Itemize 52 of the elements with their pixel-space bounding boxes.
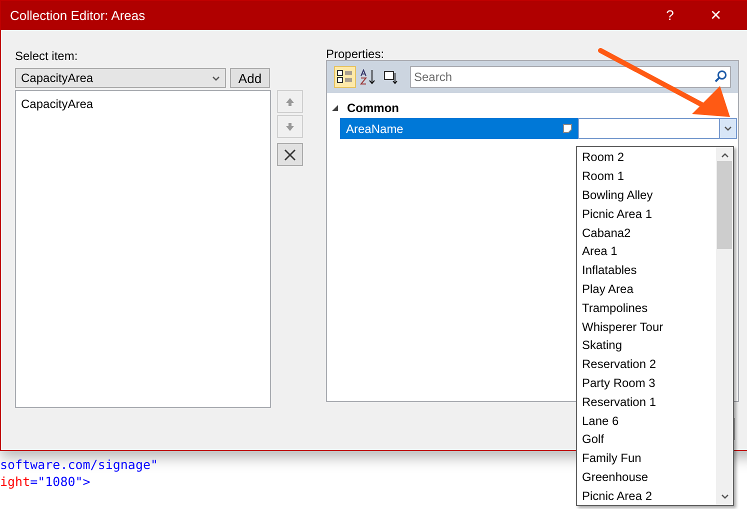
dropdown-option[interactable]: Picnic Area 1 [577,204,716,224]
select-item-label: Select item: [15,48,79,63]
page-sort-icon [383,69,399,85]
code-line: software.com/signage" [0,456,158,473]
dropdown-option[interactable]: Area 1 [577,242,716,261]
code-line: ight="1080"> [0,473,90,490]
dropdown-button[interactable] [719,118,737,139]
properties-label: Properties: [326,47,384,61]
dropdown-option[interactable]: Skating [577,336,716,355]
expanded-triangle-icon[interactable] [332,104,339,112]
dropdown-option[interactable]: Greenhouse [577,468,716,486]
window-title: Collection Editor: Areas [10,6,146,25]
dropdown-option[interactable]: Picnic Area 2 [577,486,716,505]
close-button[interactable]: ✕ [693,1,739,30]
category-header: Common [347,100,399,117]
dropdown-option[interactable]: Lane 6 [577,411,716,430]
dropdown-option[interactable]: Inflatables [577,260,716,280]
scroll-thumb[interactable] [717,161,732,249]
note-icon [563,124,572,133]
dropdown-option[interactable]: Family Fun [577,448,716,468]
dropdown-option[interactable]: Whisperer Tour [577,317,716,336]
scroll-up-icon [720,153,728,158]
search-field[interactable]: Search [410,66,731,88]
item-combo[interactable]: CapacityArea [15,68,226,88]
categorized-icon [337,70,353,84]
arrow-up-icon [285,96,295,106]
dropdown-option[interactable]: Trampolines [577,298,716,318]
dropdown-option[interactable]: Play Area [577,280,716,298]
chevron-down-icon [724,126,732,131]
close-icon [284,148,296,160]
dropdown-option[interactable]: Reservation 2 [577,354,716,374]
search-icon [714,70,727,83]
help-button[interactable]: ? [647,1,693,30]
sort-az-icon [359,69,377,85]
property-name-cell[interactable]: AreaName [340,118,578,139]
categorized-button[interactable] [334,66,356,88]
arrow-down-icon [285,122,295,132]
property-value-field[interactable] [578,118,719,139]
dropdown-option[interactable]: Room 2 [577,148,716,167]
scrollbar[interactable] [716,147,733,505]
dropdown-option[interactable]: Bowling Alley [577,186,716,204]
add-button[interactable]: Add [230,68,270,88]
dropdown-option[interactable]: Party Room 3 [577,374,716,392]
delete-button[interactable] [277,143,303,166]
property-name: AreaName [346,120,404,138]
dropdown-option[interactable]: Golf [577,430,716,449]
scroll-down-icon [720,494,728,499]
dropdown-option[interactable]: Reservation 1 [577,392,716,412]
chevron-down-icon [212,76,220,80]
list-item[interactable]: CapacityArea [19,94,267,114]
dropdown-option[interactable]: Cabana2 [577,223,716,242]
dropdown-option[interactable]: Room 1 [577,166,716,186]
